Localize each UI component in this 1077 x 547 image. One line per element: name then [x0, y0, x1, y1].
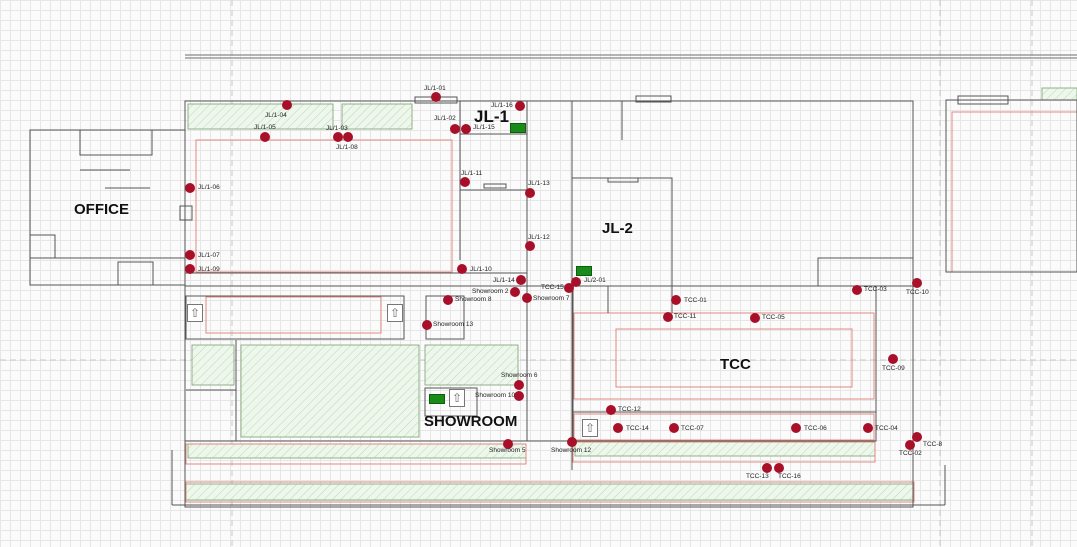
sensor-showroom-7[interactable]: [522, 293, 532, 303]
sensor-label: JL/1-12: [528, 234, 550, 241]
sensor-label: Showroom 5: [489, 447, 526, 454]
area-label-jl2: JL-2: [602, 220, 633, 237]
sensor-tcc-07[interactable]: [669, 423, 679, 433]
sensor-label: Showroom 10: [475, 392, 516, 399]
sensor-tcc-04[interactable]: [863, 423, 873, 433]
floor-plan-canvas[interactable]: OFFICE JL-1 JL-2 TCC SHOWROOM ⇧ ⇧ ⇧ ⇧ JL…: [0, 0, 1077, 547]
sensor-showroom-2[interactable]: [510, 287, 520, 297]
sensor-label: TCC-8: [923, 441, 943, 448]
sensor-label: TCC-01: [684, 297, 707, 304]
sensor-tcc-01[interactable]: [671, 295, 681, 305]
sensor-jl1-09[interactable]: [185, 264, 195, 274]
sensor-jl1-13[interactable]: [525, 188, 535, 198]
sensor-label: TCC-05: [762, 314, 785, 321]
sensor-tcc-09[interactable]: [888, 354, 898, 364]
sensor-label: TCC-09: [882, 365, 905, 372]
sensor-jl1-06[interactable]: [185, 183, 195, 193]
sensor-label: Showroom 2: [472, 288, 509, 295]
sensor-jl1-16[interactable]: [515, 101, 525, 111]
sensor-label: TCC-03: [864, 286, 887, 293]
area-label-tcc: TCC: [720, 356, 751, 373]
sensor-label: JL/1-02: [434, 115, 456, 122]
sensor-label: JL/1-13: [528, 180, 550, 187]
sensor-label: JL/1-14: [493, 277, 515, 284]
sensor-tcc-16[interactable]: [774, 463, 784, 473]
up-arrow-icon: ⇧: [387, 304, 403, 322]
sensor-label: Showroom 7: [533, 295, 570, 302]
sensor-label: JL/1-06: [198, 184, 220, 191]
sensor-jl1-08[interactable]: [343, 132, 353, 142]
sensor-tcc-12[interactable]: [606, 405, 616, 415]
sensor-jl1-01[interactable]: [431, 92, 441, 102]
sensor-label: JL/1-15: [473, 124, 495, 131]
sensor-showroom-10[interactable]: [514, 391, 524, 401]
sensor-jl1-15[interactable]: [461, 124, 471, 134]
sensor-label: JL/1-09: [198, 266, 220, 273]
sensor-tcc-13[interactable]: [762, 463, 772, 473]
up-arrow-icon: ⇧: [187, 304, 203, 322]
sensor-label: TCC-13: [746, 473, 769, 480]
sensor-tcc-15[interactable]: [564, 283, 574, 293]
showroom-status-indicator[interactable]: [429, 394, 445, 404]
sensor-showroom-8[interactable]: [443, 295, 453, 305]
sensor-jl1-12[interactable]: [525, 241, 535, 251]
sensor-tcc-05[interactable]: [750, 313, 760, 323]
floor-plan-walls: [0, 0, 1077, 547]
sensor-jl1-03[interactable]: [333, 132, 343, 142]
sensor-label: JL/1-04: [265, 112, 287, 119]
sensor-label: Showroom 13: [433, 321, 474, 328]
sensor-jl1-11[interactable]: [460, 177, 470, 187]
sensor-label: TCC-07: [681, 425, 704, 432]
sensor-label: TCC-02: [899, 450, 922, 457]
jl1-status-indicator[interactable]: [510, 123, 526, 133]
sensor-tcc-06[interactable]: [791, 423, 801, 433]
sensor-label: TCC-16: [778, 473, 801, 480]
sensor-jl1-07[interactable]: [185, 250, 195, 260]
sensor-label: JL/1-10: [470, 266, 492, 273]
sensor-label: TCC-06: [804, 425, 827, 432]
sensor-label: JL/1-07: [198, 252, 220, 259]
jl2-status-indicator[interactable]: [576, 266, 592, 276]
sensor-jl1-05[interactable]: [260, 132, 270, 142]
area-label-office: OFFICE: [74, 201, 129, 218]
sensor-label: TCC-15: [541, 284, 564, 291]
sensor-label: Showroom 12: [551, 447, 592, 454]
sensor-jl1-14[interactable]: [516, 275, 526, 285]
sensor-label: JL/1-08: [336, 144, 358, 151]
guide-lines: [0, 0, 1077, 547]
sensor-jl1-10[interactable]: [457, 264, 467, 274]
sensor-label: JL/2-01: [584, 277, 606, 284]
sensor-tcc-11[interactable]: [663, 312, 673, 322]
sensor-tcc-14[interactable]: [613, 423, 623, 433]
sensor-label: JL/1-16: [491, 102, 513, 109]
up-arrow-icon: ⇧: [449, 389, 465, 407]
sensor-label: TCC-11: [674, 313, 697, 320]
sensor-tcc-03[interactable]: [852, 285, 862, 295]
sensor-label: JL/1-11: [461, 170, 483, 177]
sensor-label: Showroom 6: [501, 372, 538, 379]
sensor-label: TCC-10: [906, 289, 929, 296]
sensor-jl1-04[interactable]: [282, 100, 292, 110]
sensor-showroom-12[interactable]: [567, 437, 577, 447]
up-arrow-icon: ⇧: [582, 419, 598, 437]
sensor-showroom-13[interactable]: [422, 320, 432, 330]
sensor-label: JL/1-05: [254, 124, 276, 131]
sensor-label: TCC-14: [626, 425, 649, 432]
sensor-tcc-10[interactable]: [912, 278, 922, 288]
sensor-tcc-02[interactable]: [905, 440, 915, 450]
sensor-jl1-02[interactable]: [450, 124, 460, 134]
sensor-label: Showroom 8: [455, 296, 492, 303]
sensor-showroom-6[interactable]: [514, 380, 524, 390]
area-label-showroom: SHOWROOM: [424, 413, 518, 430]
sensor-label: JL/1-01: [424, 85, 446, 92]
hatched-zones: [184, 87, 1077, 501]
sensor-label: TCC-04: [875, 425, 898, 432]
sensor-label: TCC-12: [618, 406, 641, 413]
